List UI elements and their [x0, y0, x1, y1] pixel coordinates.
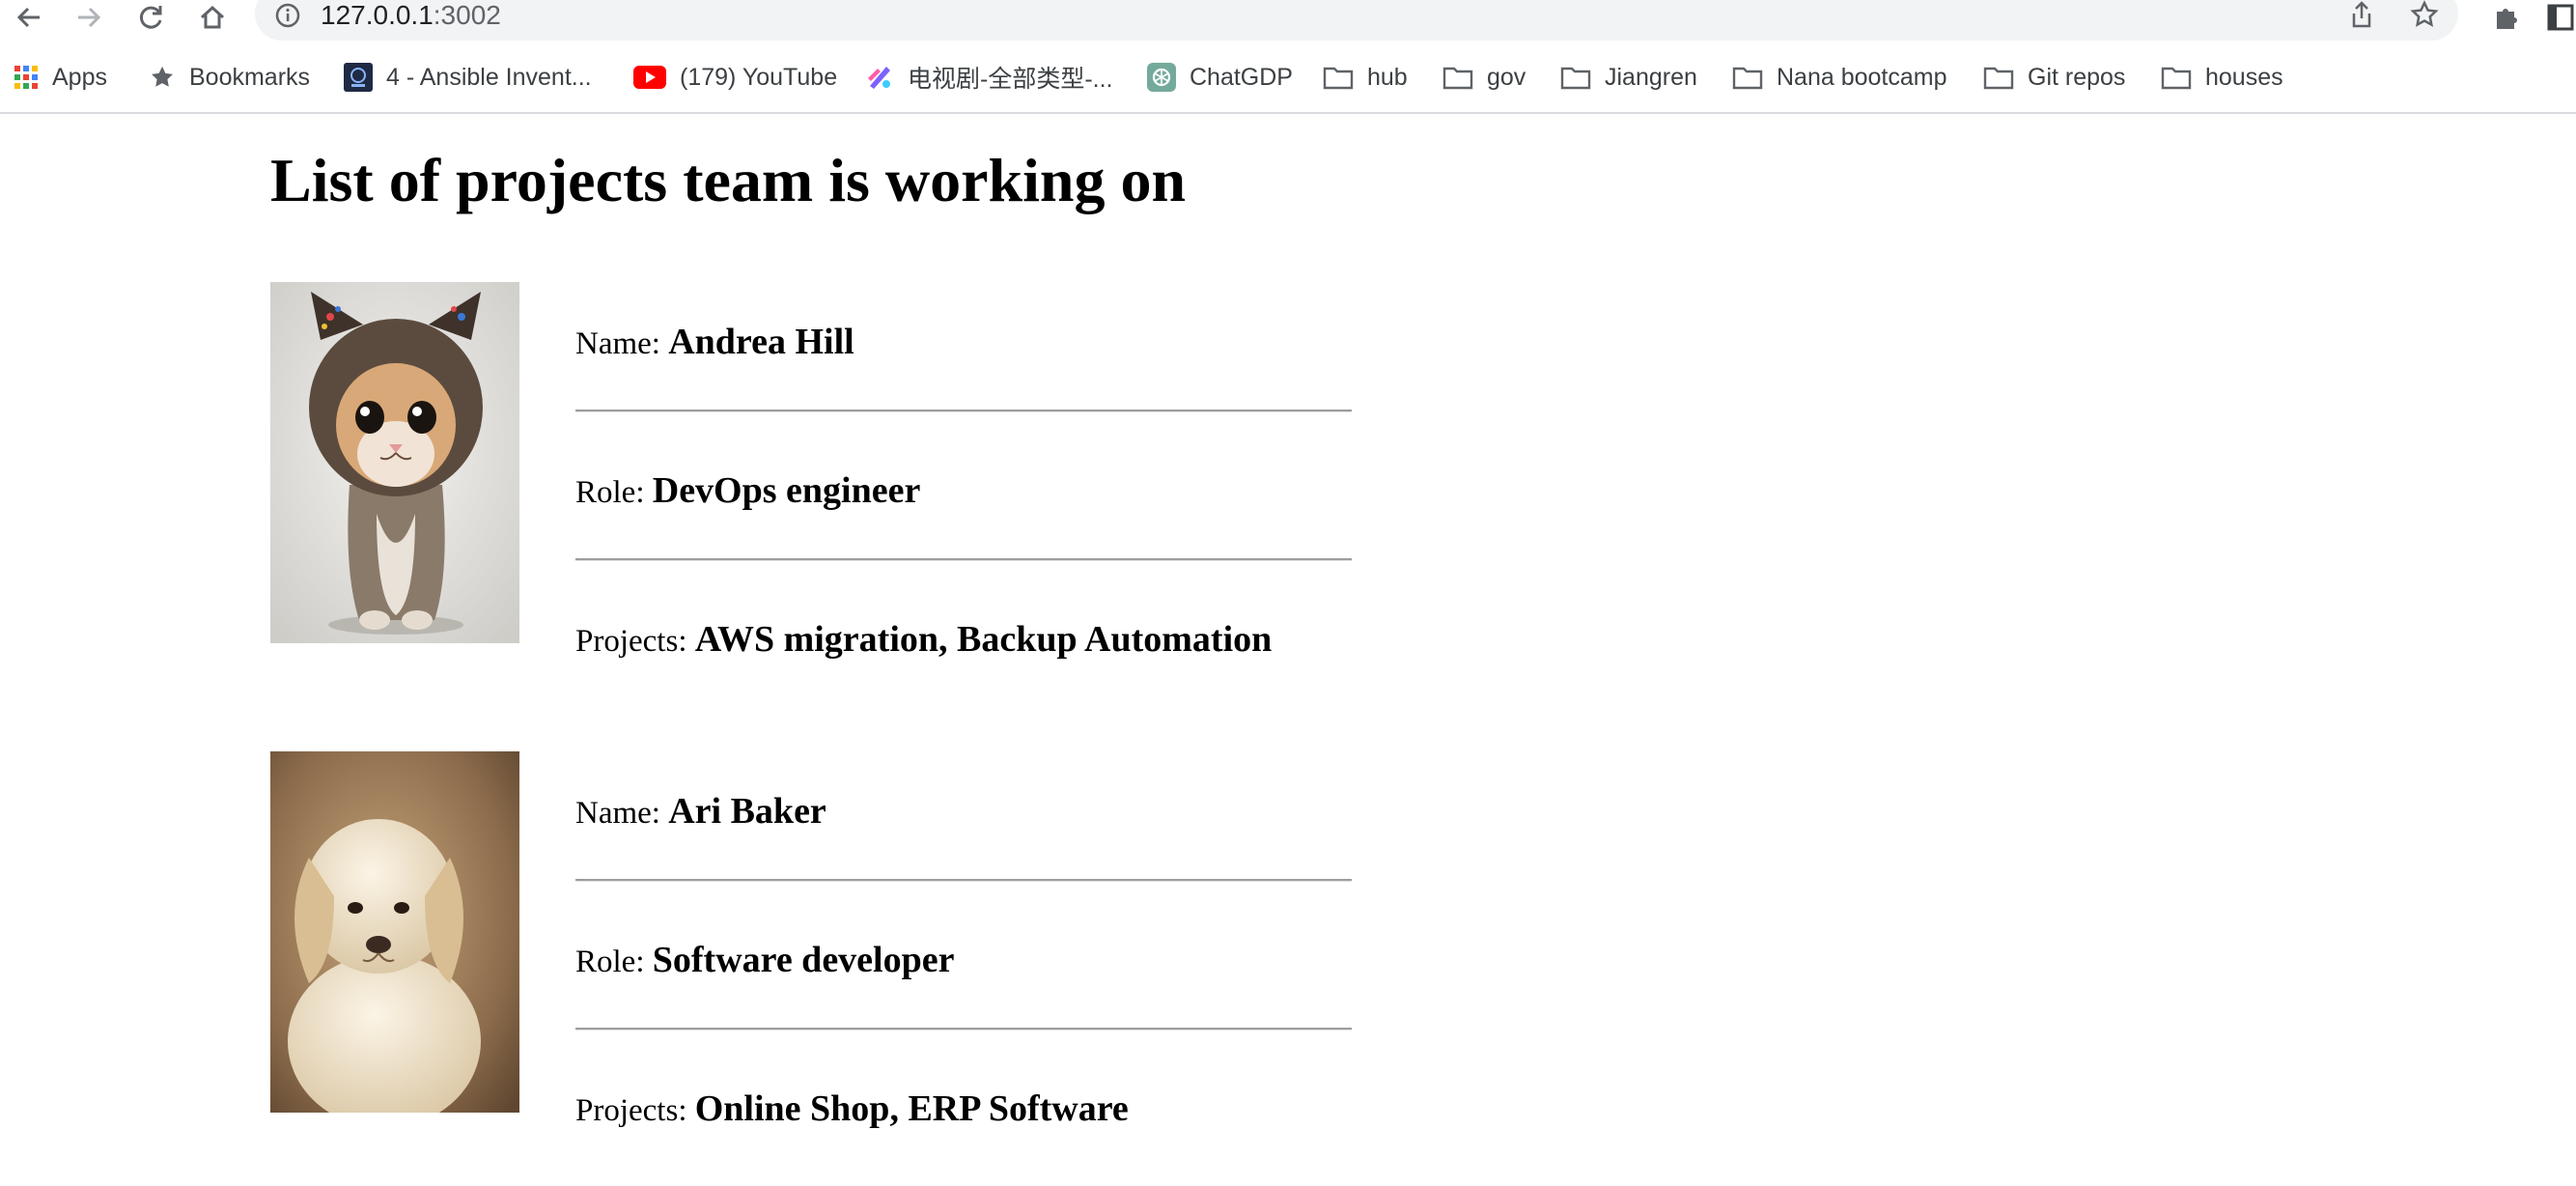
- site-favicon: [865, 63, 894, 92]
- divider: [575, 558, 1352, 561]
- bookmark-label: Git repos: [2028, 63, 2126, 91]
- folder-icon: [1560, 65, 1591, 90]
- back-icon[interactable]: [10, 0, 48, 35]
- bookmark-folder-nana-bootcamp[interactable]: Nana bootcamp: [1732, 58, 1947, 97]
- url-text[interactable]: 127.0.0.1:3002: [321, 0, 501, 31]
- bookmark-folder-gov[interactable]: gov: [1442, 58, 1526, 97]
- youtube-icon: [633, 65, 666, 90]
- member-projects-field: Projects: Online Shop, ERP Software: [575, 1087, 1129, 1130]
- browser-toolbar: 127.0.0.1:3002: [0, 0, 2576, 41]
- bookmark-apps[interactable]: Apps: [14, 58, 107, 97]
- bookmark-label: gov: [1487, 63, 1526, 91]
- bookmark-label: 电视剧-全部类型-...: [908, 66, 1113, 93]
- role-label: Role:: [575, 475, 645, 510]
- folder-icon: [2161, 65, 2192, 90]
- share-icon[interactable]: [2348, 0, 2375, 34]
- folder-icon: [1983, 65, 2014, 90]
- member-role-field: Role: Software developer: [575, 939, 954, 981]
- site-info-icon[interactable]: [274, 2, 301, 34]
- star-icon: [149, 64, 176, 91]
- role-label: Role:: [575, 945, 645, 979]
- member-role: Software developer: [652, 940, 955, 980]
- bookmark-chatgdp[interactable]: ChatGDP: [1147, 58, 1293, 97]
- bookmark-ansible[interactable]: 4 - Ansible Invent...: [344, 58, 592, 97]
- folder-icon: [1323, 65, 1354, 90]
- projects-label: Projects:: [575, 624, 687, 659]
- bookmark-label: 4 - Ansible Invent...: [386, 63, 592, 91]
- side-panel-icon[interactable]: [2545, 0, 2576, 35]
- bookmarks-bar: Apps Bookmarks 4 - Ansible Invent... (17…: [0, 44, 2576, 114]
- divider: [575, 1028, 1352, 1031]
- name-label: Name:: [575, 326, 660, 361]
- site-favicon: [344, 63, 373, 92]
- name-label: Name:: [575, 796, 660, 831]
- bookmark-star-icon[interactable]: [2410, 0, 2439, 34]
- member-card: Name: Ari Baker Role: Software developer…: [270, 751, 1352, 1129]
- bookmark-bookmarks[interactable]: Bookmarks: [149, 58, 310, 97]
- bookmark-folder-hub[interactable]: hub: [1323, 58, 1408, 97]
- member-name-field: Name: Andrea Hill: [575, 321, 854, 363]
- bookmark-label: ChatGDP: [1190, 63, 1293, 91]
- member-photo-kitten: [270, 282, 519, 643]
- member-card: Name: Andrea Hill Role: DevOps engineer …: [270, 282, 1352, 660]
- bookmark-label: Jiangren: [1605, 63, 1697, 91]
- member-name: Andrea Hill: [668, 322, 854, 362]
- address-bar[interactable]: 127.0.0.1:3002: [255, 0, 2458, 41]
- bookmark-label: hub: [1367, 63, 1408, 91]
- apps-grid-icon: [14, 65, 39, 90]
- bookmark-folder-houses[interactable]: houses: [2161, 58, 2283, 97]
- folder-icon: [1442, 65, 1473, 90]
- member-role-field: Role: DevOps engineer: [575, 469, 920, 512]
- member-name: Ari Baker: [668, 791, 826, 832]
- bookmark-label: (179) YouTube: [680, 63, 838, 91]
- bookmark-label: Nana bootcamp: [1777, 63, 1947, 91]
- member-projects: AWS migration, Backup Automation: [694, 619, 1273, 660]
- reload-icon[interactable]: [131, 0, 170, 35]
- url-host: 127.0.0.1: [321, 0, 434, 30]
- member-projects-field: Projects: AWS migration, Backup Automati…: [575, 618, 1272, 661]
- bookmark-label: Bookmarks: [189, 63, 311, 91]
- url-port: :3002: [433, 0, 501, 30]
- bookmark-label: Apps: [52, 63, 107, 91]
- forward-icon[interactable]: [70, 0, 108, 35]
- bookmark-tv-series[interactable]: 电视剧-全部类型-...: [865, 58, 1113, 97]
- divider: [575, 879, 1352, 882]
- member-projects: Online Shop, ERP Software: [694, 1088, 1129, 1129]
- bookmark-folder-git-repos[interactable]: Git repos: [1983, 58, 2125, 97]
- member-role: DevOps engineer: [652, 470, 921, 511]
- page-title: List of projects team is working on: [270, 146, 1187, 214]
- chatgpt-icon: [1147, 63, 1176, 92]
- bookmark-label: houses: [2205, 63, 2283, 91]
- member-name-field: Name: Ari Baker: [575, 790, 826, 833]
- divider: [575, 409, 1352, 412]
- home-icon[interactable]: [193, 0, 232, 35]
- member-photo-puppy: [270, 751, 519, 1113]
- folder-icon: [1732, 65, 1763, 90]
- bookmark-youtube[interactable]: (179) YouTube: [633, 58, 837, 97]
- projects-label: Projects:: [575, 1093, 687, 1128]
- bookmark-folder-jiangren[interactable]: Jiangren: [1560, 58, 1697, 97]
- extensions-icon[interactable]: [2487, 0, 2526, 35]
